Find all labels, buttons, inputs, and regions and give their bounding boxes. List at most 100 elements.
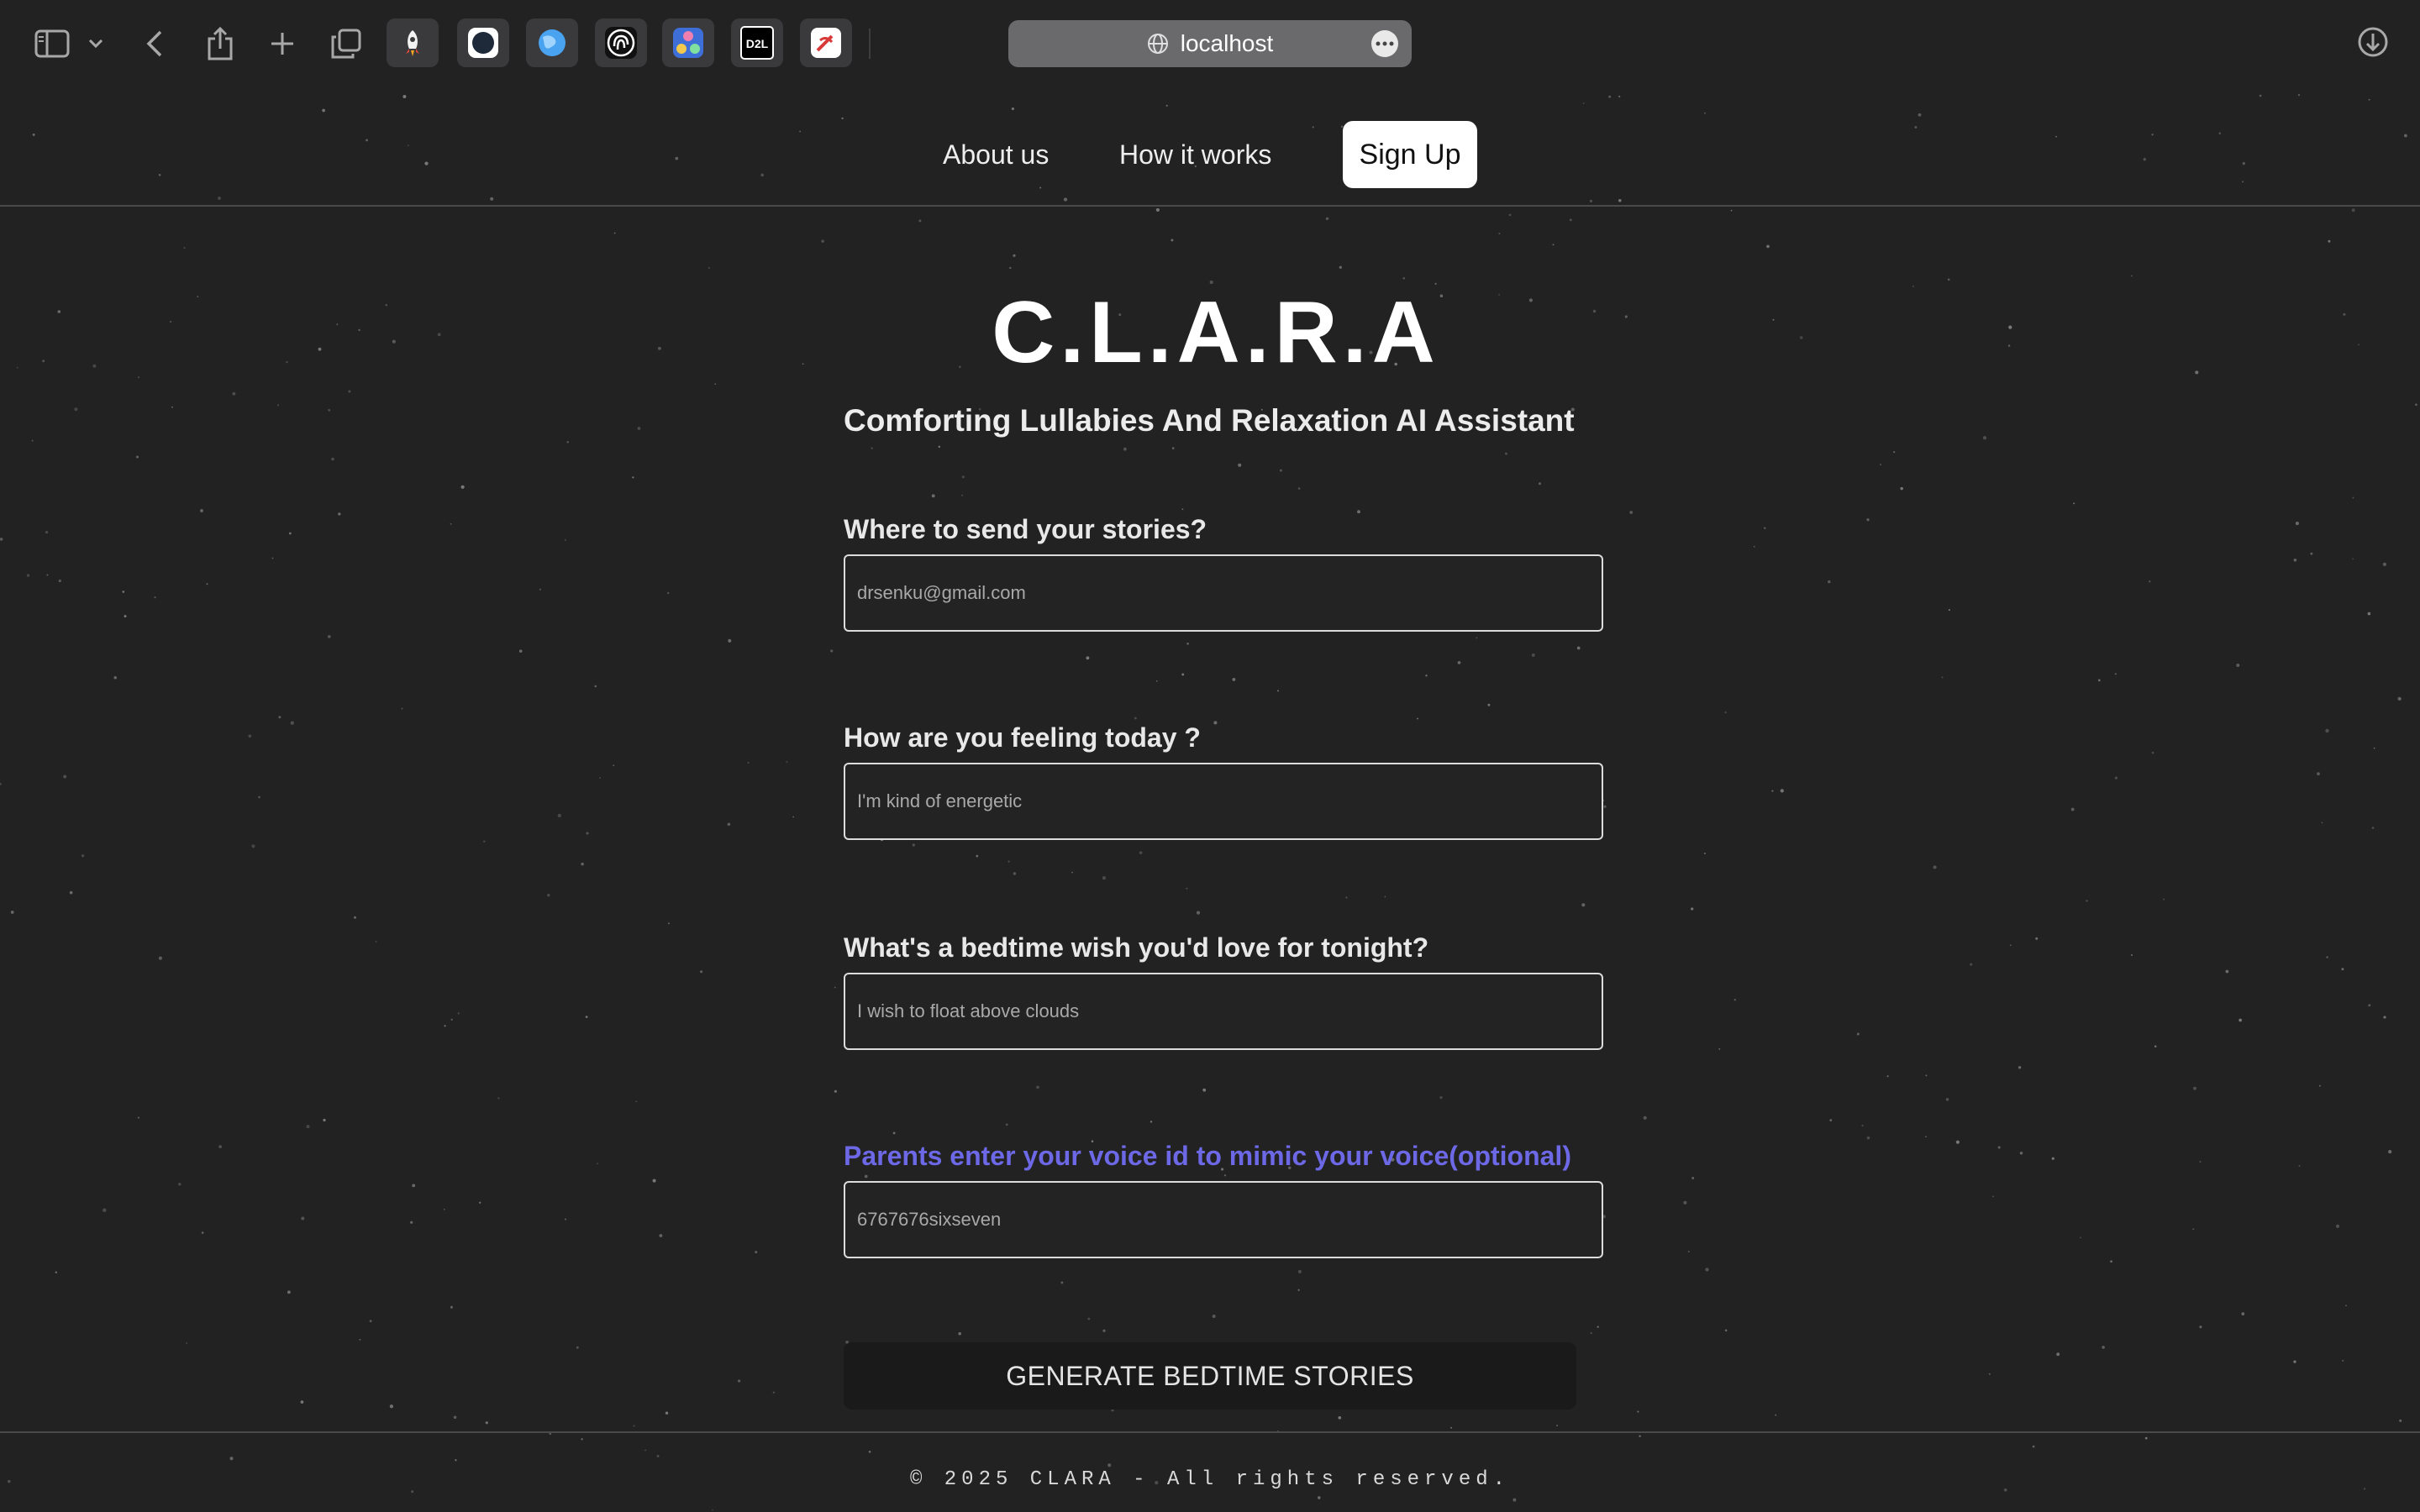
star-dot	[2318, 1084, 2321, 1087]
molecule-icon[interactable]	[662, 18, 714, 67]
bedtime-wish-field[interactable]	[844, 973, 1603, 1050]
star-dot	[1955, 1140, 1960, 1144]
star-dot	[792, 816, 795, 818]
star-dot	[2086, 900, 2088, 902]
generate-stories-button[interactable]: GENERATE BEDTIME STORIES	[844, 1342, 1576, 1410]
star-dot	[1325, 217, 1329, 220]
star-dot	[301, 1216, 305, 1221]
star-dot	[218, 1145, 222, 1148]
email-label: Where to send your stories?	[844, 514, 1207, 544]
plus-icon[interactable]	[260, 22, 304, 66]
star-dot	[961, 494, 963, 496]
star-dot	[1013, 254, 1016, 257]
star-dot	[1223, 1173, 1227, 1177]
fingerprint-icon[interactable]	[595, 18, 647, 67]
star-dot	[728, 638, 732, 643]
address-bar[interactable]: localhost	[1008, 20, 1412, 67]
star-dot	[830, 649, 834, 653]
star-dot	[331, 457, 334, 461]
star-dot	[1997, 1146, 2001, 1149]
star-dot	[2199, 1161, 2202, 1163]
star-dot	[1297, 1289, 1300, 1291]
star-dot	[1556, 1425, 1559, 1427]
star-dot	[186, 1342, 188, 1344]
download-icon[interactable]	[2356, 25, 2393, 62]
rocket-icon[interactable]	[387, 18, 439, 67]
star-dot	[2019, 1151, 2023, 1155]
star-dot	[490, 197, 494, 201]
star-dot	[327, 634, 331, 638]
back-icon[interactable]	[133, 22, 176, 66]
star-dot	[1886, 1075, 1889, 1078]
share-icon[interactable]	[198, 22, 242, 66]
dark-circle-icon[interactable]	[457, 18, 509, 67]
star-dot	[637, 427, 641, 430]
star-dot	[10, 911, 14, 914]
star-dot	[1724, 711, 1727, 714]
star-dot	[45, 530, 49, 534]
sign-up-button[interactable]: Sign Up	[1343, 121, 1477, 188]
star-dot	[755, 1251, 758, 1254]
star-dot	[353, 916, 357, 919]
star-dot	[1703, 853, 1706, 855]
star-dot	[1970, 963, 1973, 966]
star-dot	[63, 774, 67, 779]
more-icon[interactable]	[1371, 30, 1398, 57]
star-dot	[586, 832, 589, 835]
star-dot	[1155, 680, 1158, 682]
star-dot	[2295, 522, 2299, 526]
star-dot	[557, 813, 561, 818]
blue-globe-icon[interactable]	[526, 18, 578, 67]
feeling-field[interactable]	[844, 763, 1603, 840]
star-dot	[1590, 1331, 1592, 1335]
star-dot	[412, 1184, 416, 1188]
star-dot	[1866, 1136, 1870, 1140]
star-dot	[1618, 95, 1621, 97]
star-dot	[1238, 463, 1242, 467]
star-dot	[328, 408, 331, 412]
nav-about-link[interactable]: About us	[943, 118, 1049, 192]
star-dot	[450, 1018, 453, 1021]
star-dot	[1947, 278, 1950, 281]
star-dot	[871, 447, 873, 449]
star-dot	[564, 1218, 567, 1221]
star-dot	[248, 734, 252, 738]
brand-title: C.L.A.R.A	[992, 284, 1440, 381]
voice-id-field[interactable]	[844, 1181, 1603, 1258]
star-dot	[1900, 486, 1903, 491]
star-dot	[2144, 1436, 2148, 1440]
star-dot	[200, 509, 203, 512]
star-dot	[2130, 275, 2133, 277]
no-edit-icon[interactable]	[800, 18, 852, 67]
star-dot	[2367, 612, 2371, 616]
email-field[interactable]	[844, 554, 1603, 632]
star-dot	[1181, 673, 1185, 676]
star-dot	[2297, 93, 2301, 97]
chevron-down-icon[interactable]	[79, 22, 113, 66]
star-dot	[453, 1415, 457, 1420]
star-dot	[2373, 747, 2375, 749]
nav-how-it-works-link[interactable]: How it works	[1119, 118, 1271, 192]
star-dot	[1705, 1268, 1709, 1272]
toolbar-divider	[869, 29, 871, 59]
star-dot	[667, 922, 670, 925]
tabs-overview-icon[interactable]	[324, 22, 368, 66]
star-dot	[2241, 1312, 2245, 1315]
star-dot	[892, 1131, 896, 1135]
star-dot	[1988, 1373, 1991, 1375]
star-dot	[1005, 1123, 1008, 1126]
star-dot	[1457, 661, 1461, 664]
star-dot	[0, 782, 2, 785]
star-dot	[2097, 679, 2101, 682]
star-dot	[786, 761, 788, 764]
star-dot	[389, 1404, 394, 1409]
star-dot	[708, 266, 710, 269]
d2l-icon[interactable]: D2L	[731, 18, 783, 67]
sidebar-icon[interactable]	[30, 22, 74, 66]
star-dot	[1637, 1410, 1639, 1413]
star-dot	[271, 557, 274, 559]
star-dot	[278, 716, 281, 719]
star-dot	[2397, 696, 2402, 701]
star-dot	[375, 941, 377, 942]
star-dot	[665, 1411, 669, 1415]
